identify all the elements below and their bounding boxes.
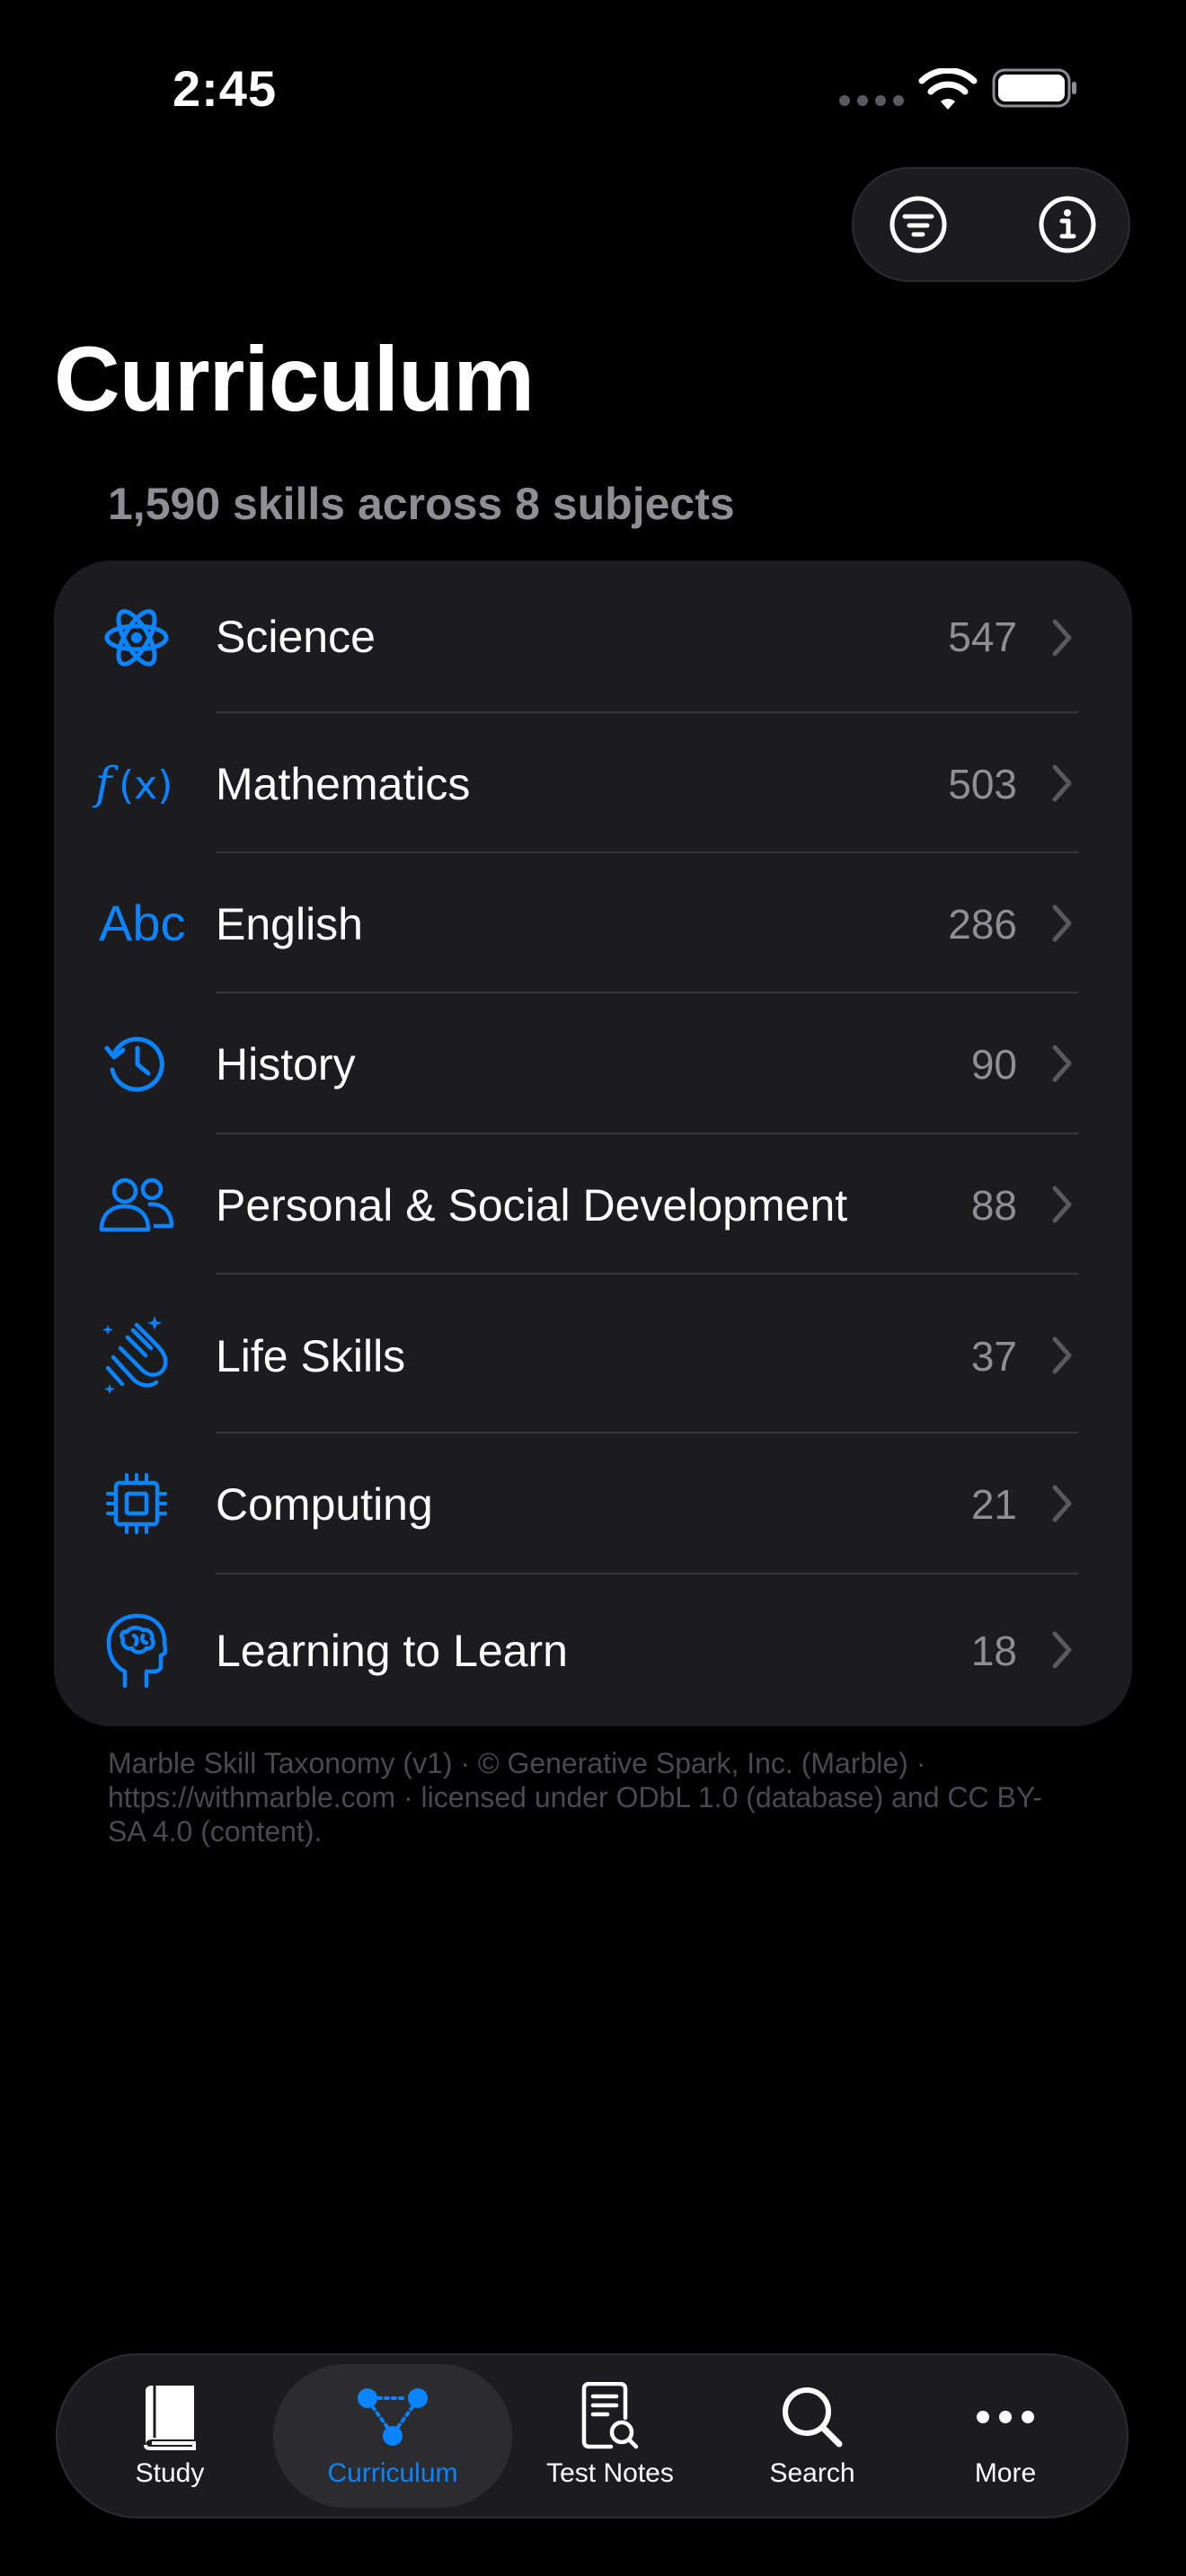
chevron-right-icon: [1052, 1485, 1072, 1522]
tab-label: Study: [135, 2458, 205, 2488]
subject-list: Science 547 f (x) Mathematics 503 Abc En…: [54, 560, 1132, 1726]
info-circle-icon: [1039, 196, 1096, 253]
subject-label: Science: [216, 612, 376, 662]
cellular-signal-icon: [839, 95, 904, 106]
chevron-right-icon: [1052, 904, 1072, 942]
status-bar: 2:45: [0, 0, 1186, 162]
subject-count: 547: [948, 613, 1017, 660]
book-icon: [132, 2383, 208, 2451]
chevron-right-icon: [1052, 764, 1072, 802]
battery-icon: [992, 68, 1076, 108]
subject-label: Computing: [216, 1479, 433, 1530]
subject-label: Mathematics: [216, 759, 471, 809]
subject-label: History: [216, 1039, 356, 1090]
subject-label: Personal & Social Development: [216, 1180, 848, 1231]
function-icon: f (x): [92, 743, 181, 824]
tab-bar: Study Curriculum Test Notes Search More: [56, 2353, 1128, 2519]
subject-row-computing[interactable]: Computing 21: [54, 1434, 1132, 1574]
subject-count: 18: [970, 1628, 1017, 1674]
subject-label: English: [216, 899, 363, 949]
subject-label: Life Skills: [216, 1331, 406, 1381]
subject-row-life-skills[interactable]: Life Skills 37: [54, 1275, 1132, 1434]
tab-study[interactable]: Study: [93, 2364, 246, 2508]
tab-label: Test Notes: [546, 2458, 674, 2488]
people-icon: [92, 1164, 181, 1245]
subject-row-learning-to-learn[interactable]: Learning to Learn 18: [54, 1575, 1132, 1726]
subject-count: 21: [970, 1481, 1017, 1528]
chevron-right-icon: [1052, 1631, 1072, 1669]
filter-button[interactable]: [881, 187, 956, 262]
svg-text:(x): (x): [119, 763, 173, 808]
subject-row-science[interactable]: Science 547: [54, 560, 1132, 711]
subject-count: 286: [948, 901, 1017, 948]
network-icon: [355, 2383, 430, 2451]
subject-row-mathematics[interactable]: f (x) Mathematics 503: [54, 713, 1132, 853]
more-icon: [968, 2383, 1043, 2451]
brain-head-icon: [92, 1608, 181, 1694]
abc-icon: Abc: [97, 883, 205, 964]
info-button[interactable]: [1030, 187, 1105, 262]
subject-count: 503: [948, 761, 1017, 807]
tab-label: More: [974, 2458, 1037, 2488]
tab-label: Curriculum: [327, 2458, 458, 2488]
status-time: 2:45: [173, 60, 278, 117]
document-search-icon: [572, 2382, 648, 2451]
page-title: Curriculum: [54, 328, 535, 430]
wifi-icon: [918, 68, 978, 110]
tab-curriculum[interactable]: Curriculum: [273, 2364, 512, 2508]
clock-history-icon: [92, 1023, 181, 1104]
subject-label: Learning to Learn: [216, 1626, 568, 1676]
subject-count: 88: [970, 1182, 1017, 1229]
clapping-hands-icon: [92, 1310, 181, 1397]
toolbar: [852, 167, 1130, 282]
subject-row-english[interactable]: Abc English 286: [54, 853, 1132, 993]
chevron-right-icon: [1052, 619, 1072, 657]
chevron-right-icon: [1052, 1337, 1072, 1374]
search-icon: [774, 2383, 850, 2451]
chevron-right-icon: [1052, 1186, 1072, 1223]
skills-summary: 1,590 skills across 8 subjects: [108, 479, 735, 529]
tab-test-notes[interactable]: Test Notes: [516, 2364, 704, 2508]
filter-circle-icon: [890, 196, 947, 253]
license-note: Marble Skill Taxonomy (v1) · © Generativ…: [108, 1747, 1042, 1848]
svg-text:Abc: Abc: [99, 895, 186, 951]
tab-search[interactable]: Search: [722, 2364, 902, 2508]
subject-count: 37: [970, 1333, 1017, 1380]
subject-count: 90: [970, 1041, 1017, 1088]
svg-text:f: f: [92, 757, 119, 809]
chevron-right-icon: [1052, 1045, 1072, 1082]
tab-label: Search: [769, 2458, 855, 2488]
tab-more[interactable]: More: [920, 2364, 1091, 2508]
atom-icon: [92, 597, 181, 678]
subject-row-history[interactable]: History 90: [54, 993, 1132, 1134]
cpu-icon: [92, 1463, 181, 1544]
subject-row-personal-social-development[interactable]: Personal & Social Development 88: [54, 1134, 1132, 1275]
